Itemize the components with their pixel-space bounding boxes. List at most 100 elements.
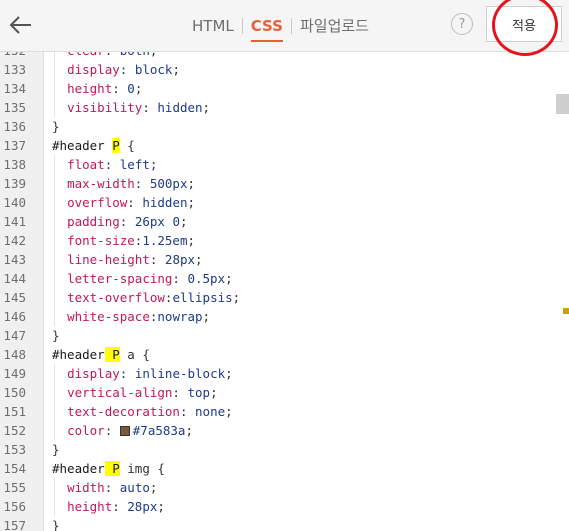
- tab-divider: [290, 18, 292, 34]
- code-line[interactable]: 146 white-space:nowrap;: [0, 307, 569, 326]
- line-number: 149: [3, 366, 26, 381]
- code-text: text-overflow:ellipsis;: [52, 288, 240, 307]
- code-line[interactable]: 144 letter-spacing: 0.5px;: [0, 269, 569, 288]
- line-number: 133: [3, 62, 26, 77]
- code-line[interactable]: 147}: [0, 326, 569, 345]
- punc-token: ;: [225, 271, 233, 286]
- val-token: hidden: [157, 100, 203, 115]
- code-line[interactable]: 137 #header P {: [0, 136, 569, 155]
- code-text: visibility: hidden;: [52, 98, 210, 117]
- line-number: 132: [0, 52, 26, 60]
- sel-token: #header: [52, 138, 113, 153]
- code-text: vertical-align: top;: [52, 383, 218, 402]
- code-line[interactable]: 142 font-size:1.25em;: [0, 231, 569, 250]
- punc-token: :: [104, 480, 120, 495]
- apply-button[interactable]: 적용: [486, 6, 562, 42]
- line-number: 155: [3, 480, 26, 495]
- code-line[interactable]: 148 #header P a {: [0, 345, 569, 364]
- code-text: width: auto;: [52, 478, 157, 497]
- code-line[interactable]: 140 overflow: hidden;: [0, 193, 569, 212]
- tab-css[interactable]: CSS: [250, 15, 284, 42]
- code-line[interactable]: 135 visibility: hidden;: [0, 98, 569, 117]
- code-line[interactable]: 150 vertical-align: top;: [0, 383, 569, 402]
- punc-token: ;: [185, 423, 193, 438]
- line-number: 144: [3, 271, 26, 286]
- punc-token: }: [52, 328, 60, 343]
- code-line[interactable]: 139 max-width: 500px;: [0, 174, 569, 193]
- code-area[interactable]: 132 clear: both;133 display: block;134 h…: [0, 52, 569, 531]
- val-token: 1.25em: [142, 233, 188, 248]
- val-token: block: [134, 62, 173, 77]
- code-line[interactable]: 145 text-overflow:ellipsis;: [0, 288, 569, 307]
- val-token: 28px: [164, 252, 196, 267]
- val-token: inline-block: [134, 366, 226, 381]
- punc-token: ;: [225, 404, 233, 419]
- tab-html[interactable]: HTML: [192, 15, 234, 37]
- punc-token: :: [119, 214, 135, 229]
- prop-token: height: [67, 499, 113, 514]
- code-text: #header P {: [52, 136, 135, 155]
- code-text: overflow: hidden;: [52, 193, 195, 212]
- tab-file-upload[interactable]: 파일업로드: [300, 15, 369, 37]
- val-token: auto: [119, 480, 150, 495]
- color-swatch[interactable]: [119, 426, 130, 436]
- code-text: max-width: 500px;: [52, 174, 195, 193]
- code-text: display: block;: [52, 60, 180, 79]
- code-line[interactable]: 138 float: left;: [0, 155, 569, 174]
- code-line[interactable]: 143 line-height: 28px;: [0, 250, 569, 269]
- punc-token: ;: [202, 309, 211, 324]
- code-line[interactable]: 156 height: 28px;: [0, 497, 569, 516]
- punc-token: ;: [134, 81, 143, 96]
- code-line[interactable]: 141 padding: 26px 0;: [0, 212, 569, 231]
- val-token: 26px 0: [134, 214, 180, 229]
- punc-token: }: [52, 119, 60, 134]
- code-text: line-height: 28px;: [52, 250, 203, 269]
- line-number: 147: [3, 328, 26, 343]
- scrollbar-thumb[interactable]: [556, 94, 569, 114]
- code-line[interactable]: 153}: [0, 440, 569, 459]
- val-token: none: [195, 404, 226, 419]
- top-bar: HTML CSS 파일업로드 ? 적용: [0, 0, 569, 56]
- prop-token: display: [67, 62, 120, 77]
- prop-token: text-decoration: [67, 404, 180, 419]
- code-line[interactable]: 151 text-decoration: none;: [0, 402, 569, 421]
- prop-token: max-width: [67, 176, 135, 191]
- code-line[interactable]: 157}: [0, 516, 569, 531]
- code-line[interactable]: 132 clear: both;: [0, 52, 569, 60]
- punc-token: :: [172, 271, 188, 286]
- css-code-editor[interactable]: 132 clear: both;133 display: block;134 h…: [0, 52, 569, 531]
- code-line[interactable]: 154 #header P img {: [0, 459, 569, 478]
- highlighted-token: P: [104, 461, 120, 476]
- punc-token: ;: [195, 252, 203, 267]
- code-line[interactable]: 134 height: 0;: [0, 79, 569, 98]
- line-number: 153: [3, 442, 26, 457]
- punc-token: ;: [210, 385, 218, 400]
- punc-token: ;: [179, 214, 188, 229]
- line-number: 154: [3, 461, 26, 476]
- code-line[interactable]: 136}: [0, 117, 569, 136]
- prop-token: clear: [67, 52, 105, 58]
- line-number: 140: [3, 195, 26, 210]
- val-token: 0: [127, 81, 135, 96]
- code-line[interactable]: 155 width: auto;: [0, 478, 569, 497]
- punc-token: :: [104, 157, 120, 172]
- line-number: 139: [3, 176, 26, 191]
- code-line[interactable]: 133 display: block;: [0, 60, 569, 79]
- prop-token: float: [67, 157, 105, 172]
- help-button[interactable]: ?: [451, 13, 473, 35]
- code-line[interactable]: 152 color: #7a583a;: [0, 421, 569, 440]
- back-arrow-icon: [9, 16, 31, 34]
- code-line[interactable]: 149 display: inline-block;: [0, 364, 569, 383]
- val-token: nowrap: [157, 309, 203, 324]
- code-text: }: [52, 326, 60, 345]
- punc-token: ;: [157, 499, 165, 514]
- line-number: 146: [3, 309, 26, 324]
- punc-token: :: [119, 62, 135, 77]
- back-button[interactable]: [6, 10, 36, 40]
